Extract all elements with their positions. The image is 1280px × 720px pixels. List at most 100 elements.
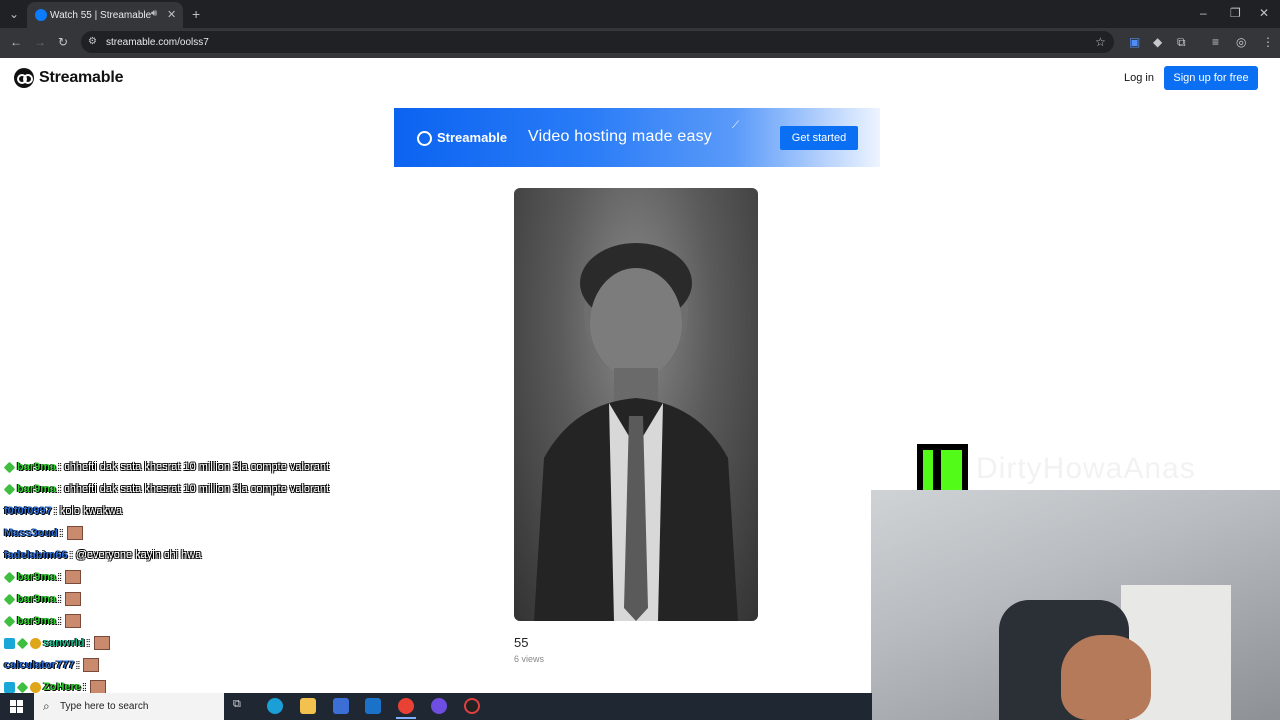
file-explorer-icon[interactable] [300,698,316,714]
promo-banner[interactable]: Streamable Video hosting made easy ⟋ Get… [394,108,880,167]
chat-username: bar9ma [17,593,57,605]
chat-text: : [58,571,62,583]
streaming-app-icon[interactable] [431,698,447,714]
chrome-icon[interactable] [396,698,416,719]
sparkle-icon: ⟋ [732,120,739,131]
chat-text: : @everyone kayin chi hwa [69,549,202,561]
streamable-favicon [35,9,47,21]
streamable-logo[interactable]: Streamable [14,68,123,88]
edge-browser-icon[interactable] [267,698,283,714]
bookmark-star-icon[interactable]: ☆ [1095,35,1106,49]
green-badge-icon [3,483,16,495]
chat-message: bar9ma: [3,612,82,630]
chat-text: : [58,615,62,627]
chat-message: Mass3oud: [4,524,83,542]
chat-text: : [86,637,90,649]
green-badge-icon [3,593,16,605]
task-view-icon[interactable]: ⧉ [233,698,249,714]
chat-text: : chhefti dak sata khesrat 10 million 3l… [58,483,330,495]
chat-text: : [59,527,63,539]
chat-message: f0f0f0997: kolo kwakwa [4,502,122,520]
extensions-puzzle-icon[interactable]: ⧉ [1177,35,1186,50]
webcam-feed [871,490,1280,720]
banner-brand: Streamable [437,130,508,145]
speaker-icon[interactable]: 🔊︎ [151,8,157,19]
emote-icon [65,570,82,584]
chat-message: bar9ma: [3,590,82,608]
tab-title: Watch 55 | Streamable [50,10,152,21]
emote-icon [66,526,83,540]
streamable-logo-icon [14,68,34,88]
chat-message: bar9ma: chhefti dak sata khesrat 10 mill… [3,458,330,476]
chat-message: bar9ma: [3,568,82,586]
chat-username: bar9ma [17,461,57,473]
kick-logo [917,444,968,496]
chat-message: calculator777: [4,656,100,674]
back-icon[interactable]: ← [10,35,22,49]
forward-icon[interactable]: → [34,35,46,49]
chat-text: : [76,659,80,671]
address-bar[interactable] [81,31,1114,53]
green-badge-icon [16,681,29,693]
taskbar-search[interactable]: ⌕ Type here to search [34,693,224,720]
outlook-icon[interactable] [365,698,381,714]
tab-search-icon[interactable]: ⌄ [9,7,19,21]
banner-logo-icon [417,131,432,146]
video-views: 6 views [514,654,545,664]
tab-close-icon[interactable]: ✕ [167,8,176,21]
login-link[interactable]: Log in [1124,72,1154,84]
gold-badge-icon [30,681,41,693]
chat-message: fadelabim66: @everyone kayin chi hwa [4,546,201,564]
chat-message: sanwrld: [4,634,110,652]
reload-icon[interactable]: ↻ [58,35,68,49]
emote-icon [65,614,82,628]
emote-icon [65,592,82,606]
chat-text: : kolo kwakwa [53,505,123,517]
green-badge-icon [3,461,16,473]
emote-icon [83,658,100,672]
new-tab-icon[interactable]: + [192,6,200,22]
chat-username: Mass3oud [4,527,58,539]
restore-icon[interactable]: ❐ [1230,6,1241,20]
store-icon[interactable] [333,698,349,714]
chat-message: bar9ma: chhefti dak sata khesrat 10 mill… [3,480,330,498]
chat-username: bar9ma [17,615,57,627]
profile-icon[interactable]: ◎ [1236,35,1246,49]
search-icon: ⌕ [43,699,50,713]
logo-text: Streamable [39,69,124,86]
obs-icon[interactable] [464,698,480,714]
get-started-button[interactable]: Get started [780,126,858,150]
video-frame-portrait [534,243,738,621]
green-badge-icon [3,571,16,583]
media-control-icon[interactable]: ≡ [1212,35,1219,49]
green-badge-icon [3,615,16,627]
translate-icon[interactable]: ▣ [1129,35,1140,49]
chat-username: f0f0f0997 [4,505,52,517]
close-window-icon[interactable]: ✕ [1259,6,1269,20]
browser-tab-strip: ⌄ Watch 55 | Streamable 🔊︎ ✕ + – ❐ ✕ [0,0,1280,28]
kick-k-icon [923,450,962,490]
webcam-streamer [1061,635,1151,720]
chat-text: : [58,593,62,605]
chat-username: fadelabim66 [4,549,68,561]
url-text[interactable]: streamable.com/oolss7 [106,37,209,48]
site-info-icon[interactable]: ⚙ [88,36,97,47]
blue-badge-icon [4,681,15,693]
blue-badge-icon [4,637,15,649]
extension-diamond-icon[interactable]: ◆ [1153,35,1162,49]
minimize-icon[interactable]: – [1200,6,1207,20]
chat-username: bar9ma [17,483,57,495]
chat-text: : chhefti dak sata khesrat 10 million 3l… [58,461,330,473]
video-player[interactable] [514,188,758,621]
menu-kebab-icon[interactable]: ⋮ [1262,35,1274,49]
emote-icon [93,636,110,650]
signup-button[interactable]: Sign up for free [1164,66,1258,90]
chat-username: calculator777 [4,659,75,671]
gold-badge-icon [30,637,41,649]
channel-watermark: DirtyHowaAnas [976,452,1196,485]
taskbar-search-placeholder: Type here to search [60,701,149,712]
browser-tab[interactable]: Watch 55 | Streamable 🔊︎ ✕ [27,2,183,28]
banner-slogan: Video hosting made easy [528,128,712,145]
chat-text: : [82,681,86,693]
windows-start-icon[interactable] [10,700,24,714]
